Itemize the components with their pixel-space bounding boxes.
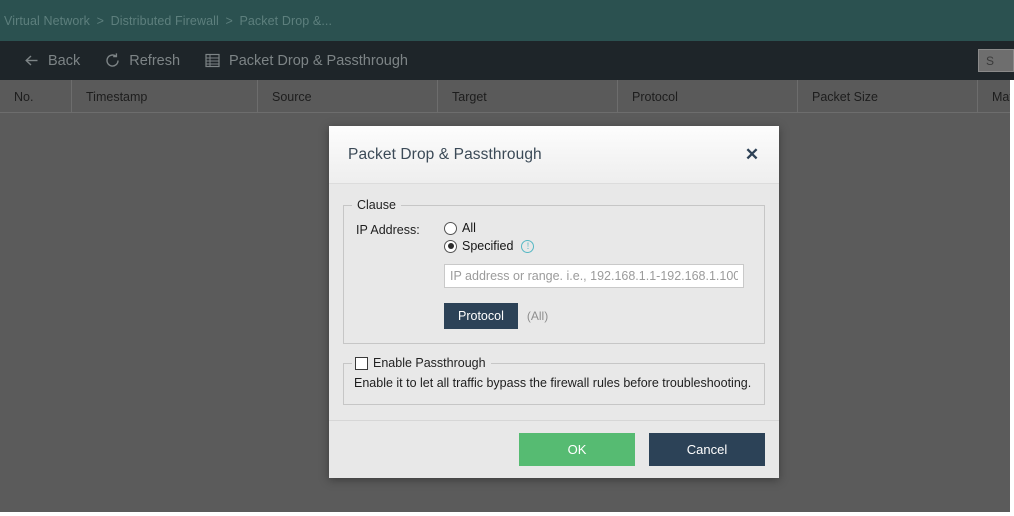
packet-drop-passthrough-dialog: Packet Drop & Passthrough ✕ Clause IP Ad… xyxy=(329,126,779,478)
arrow-left-icon xyxy=(23,52,40,69)
breadcrumb-separator: > xyxy=(225,13,233,28)
passthrough-group: Enable Passthrough Enable it to let all … xyxy=(343,356,765,405)
ip-address-label: IP Address: xyxy=(356,223,420,237)
radio-all[interactable]: All xyxy=(444,221,744,235)
dialog-title: Packet Drop & Passthrough xyxy=(348,145,542,163)
ip-address-row: IP Address: All Specified ! IP address o… xyxy=(356,221,752,329)
table-column-protocol[interactable]: Protocol xyxy=(618,80,798,113)
table-column-packet-size[interactable]: Packet Size xyxy=(798,80,978,113)
table-column-target[interactable]: Target xyxy=(438,80,618,113)
breadcrumb: Virtual Network > Distributed Firewall >… xyxy=(4,14,332,28)
toolbar: Back Refresh Packet Drop & Passthrough xyxy=(0,41,1014,80)
refresh-icon xyxy=(104,52,121,69)
search-input[interactable]: S xyxy=(978,49,1014,72)
close-icon[interactable]: ✕ xyxy=(739,142,765,168)
dialog-footer: OK Cancel xyxy=(329,420,779,478)
protocol-note: (All) xyxy=(526,309,549,323)
table-header: No. Timestamp Source Target Protocol Pac… xyxy=(0,80,1014,113)
refresh-button[interactable]: Refresh xyxy=(95,41,189,80)
clause-group-legend: Clause xyxy=(357,198,396,212)
breadcrumb-bar: Virtual Network > Distributed Firewall >… xyxy=(0,0,1014,41)
cancel-button[interactable]: Cancel xyxy=(649,433,765,466)
radio-all-indicator[interactable] xyxy=(444,221,457,235)
ok-button[interactable]: OK xyxy=(519,433,635,466)
info-circle-icon[interactable]: ! xyxy=(521,239,535,253)
radio-all-label: All xyxy=(462,221,476,235)
clause-group: Clause IP Address: All Specified ! IP ad… xyxy=(343,198,765,344)
dialog-header: Packet Drop & Passthrough ✕ xyxy=(329,126,779,184)
breadcrumb-item-1[interactable]: Distributed Firewall xyxy=(111,14,219,28)
radio-specified[interactable]: Specified ! xyxy=(444,239,744,253)
table-column-no[interactable]: No. xyxy=(0,80,72,113)
radio-specified-indicator[interactable] xyxy=(444,239,457,253)
protocol-row: Protocol (All) xyxy=(444,303,744,329)
breadcrumb-item-0[interactable]: Virtual Network xyxy=(4,14,90,28)
table-column-source[interactable]: Source xyxy=(258,80,438,113)
back-button[interactable]: Back xyxy=(14,41,89,80)
enable-passthrough-checkbox[interactable] xyxy=(355,356,368,370)
protocol-button[interactable]: Protocol xyxy=(444,303,518,329)
table-grid-icon xyxy=(204,52,221,69)
passthrough-description: Enable it to let all traffic bypass the … xyxy=(354,376,752,390)
passthrough-group-legend: Enable Passthrough xyxy=(352,356,491,370)
bottom-edge-strip xyxy=(0,512,1014,516)
enable-passthrough-label: Enable Passthrough xyxy=(373,356,486,370)
table-column-match[interactable]: Match xyxy=(978,80,1014,113)
breadcrumb-separator: > xyxy=(96,13,105,28)
right-edge-strip xyxy=(1010,80,1014,516)
table-column-timestamp[interactable]: Timestamp xyxy=(72,80,258,113)
ip-address-input[interactable] xyxy=(444,264,744,288)
radio-specified-label: Specified xyxy=(462,239,514,253)
app-root: Virtual Network > Distributed Firewall >… xyxy=(0,0,1014,516)
refresh-button-label: Refresh xyxy=(129,52,181,69)
dialog-body: Clause IP Address: All Specified ! IP ad… xyxy=(329,184,779,405)
breadcrumb-item-2[interactable]: Packet Drop &... xyxy=(239,14,332,28)
back-button-label: Back xyxy=(48,52,81,69)
page-title-button[interactable]: Packet Drop & Passthrough xyxy=(195,41,417,80)
page-title: Packet Drop & Passthrough xyxy=(229,52,408,69)
